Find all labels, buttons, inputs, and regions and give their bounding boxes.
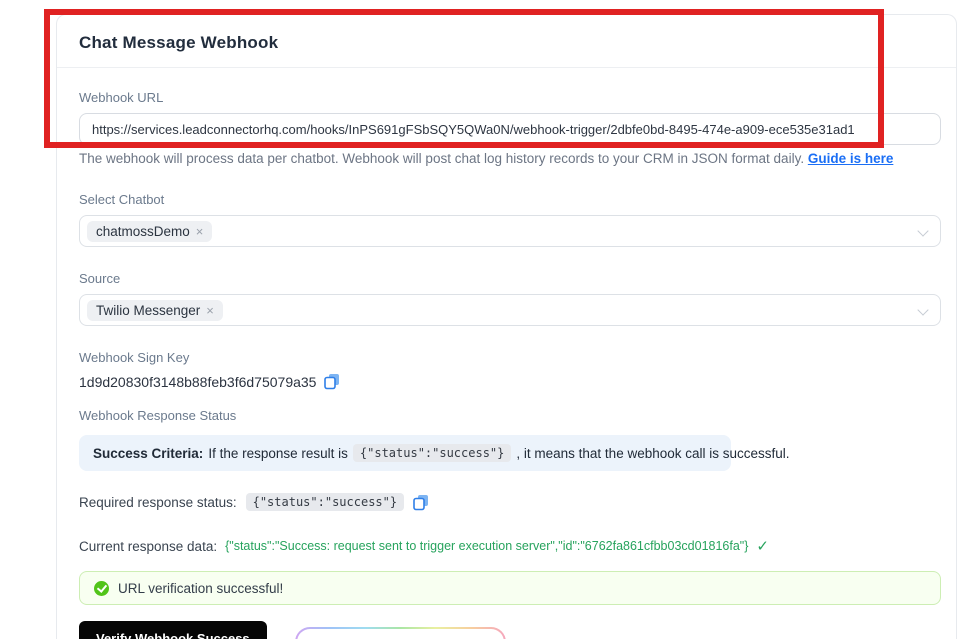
help-text-body: The webhook will process data per chatbo… [79,151,808,166]
rainbow-border-box-inner [297,629,504,639]
check-circle-icon [94,580,109,596]
required-status-label: Required response status: [79,494,237,510]
verify-webhook-button[interactable]: Verify Webhook Success [79,621,267,639]
current-response-label: Current response data: [79,538,218,554]
webhook-help-text: The webhook will process data per chatbo… [79,151,939,166]
success-criteria-code: {"status":"success"} [352,444,512,462]
sign-key-row: 1d9d20830f3148b88feb3f6d75079a35 [79,373,939,390]
chevron-down-icon [919,227,928,236]
chevron-down-icon [919,306,928,315]
webhook-settings-card: Chat Message Webhook Webhook URL The web… [56,14,957,639]
guide-link[interactable]: Guide is here [808,151,894,166]
source-tag-remove-icon[interactable]: × [206,304,214,317]
chatbot-tag-remove-icon[interactable]: × [196,225,204,238]
success-criteria-post: , it means that the webhook call is succ… [516,445,790,461]
current-response-row: Current response data: {"status":"Succes… [79,537,939,555]
source-tag-label: Twilio Messenger [96,302,201,318]
page-title: Chat Message Webhook [79,33,279,52]
chatbot-select[interactable]: chatmossDemo × [79,215,941,247]
source-tag: Twilio Messenger × [87,299,223,321]
current-response-value: {"status":"Success: request sent to trig… [225,539,749,553]
sign-key-value: 1d9d20830f3148b88feb3f6d75079a35 [79,373,317,390]
success-criteria-pre: If the response result is [208,445,348,461]
success-criteria-bold: Success Criteria: [93,445,204,461]
source-select[interactable]: Twilio Messenger × [79,294,941,326]
page: Chat Message Webhook Webhook URL The web… [0,0,974,639]
sign-key-label: Webhook Sign Key [79,350,190,365]
response-status-label: Webhook Response Status [79,408,237,423]
copy-icon[interactable] [413,494,429,511]
select-chatbot-label: Select Chatbot [79,192,165,207]
webhook-url-label: Webhook URL [79,90,164,105]
card-header: Chat Message Webhook [57,15,956,68]
required-status-code: {"status":"success"} [245,493,405,511]
chatbot-tag: chatmossDemo × [87,220,213,242]
success-criteria-box: Success Criteria: If the response result… [79,435,790,471]
chatbot-tag-label: chatmossDemo [96,223,190,239]
alert-text: URL verification successful! [118,580,284,596]
url-verification-alert: URL verification successful! [79,571,941,605]
card-body: Webhook URL The webhook will process dat… [57,68,956,639]
rainbow-border-box [295,627,506,639]
copy-icon[interactable] [324,373,340,390]
source-label: Source [79,271,121,286]
webhook-url-input[interactable] [79,113,941,145]
required-status-row: Required response status: {"status":"suc… [79,493,939,511]
check-icon: ✓ [756,538,769,555]
